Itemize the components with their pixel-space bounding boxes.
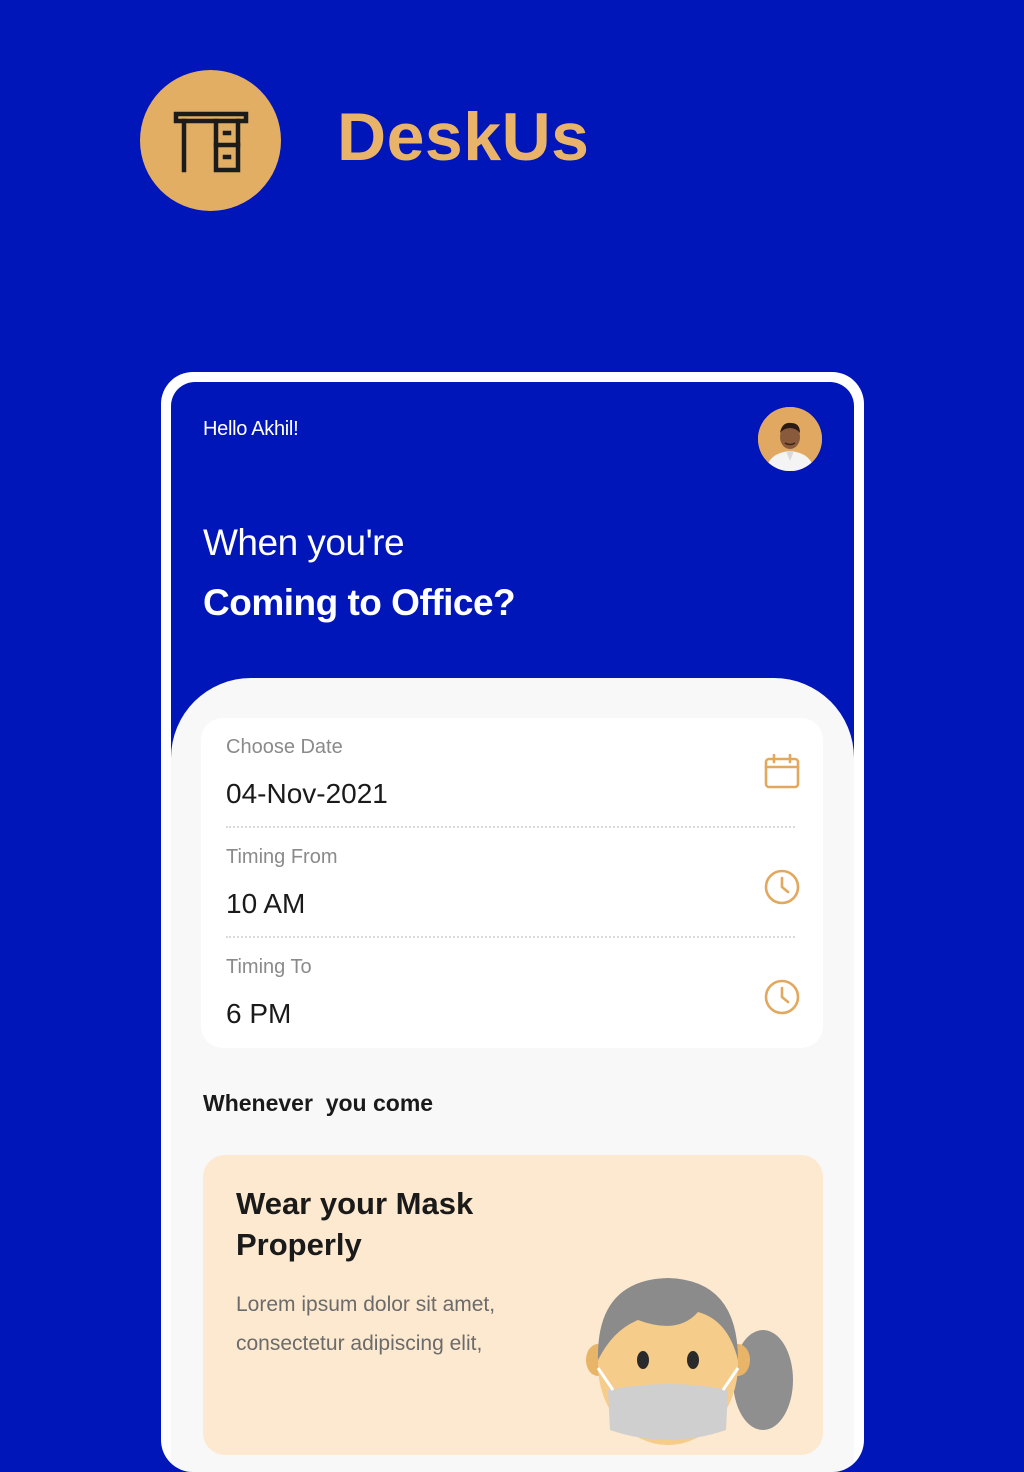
user-avatar[interactable] bbox=[758, 407, 822, 471]
masked-person-illustration bbox=[586, 1278, 793, 1445]
headline-line-1: When you're bbox=[203, 522, 405, 563]
section-title: Whenever you come bbox=[203, 1090, 434, 1116]
safety-tip-card[interactable]: Wear your Mask Properly Lorem ipsum dolo… bbox=[203, 1155, 823, 1455]
headline-line-2: Coming to Office? bbox=[203, 582, 516, 623]
booking-form-card: Choose Date 04-Nov-2021 Timing From 10 A… bbox=[201, 718, 823, 1048]
greeting-text: Hello Akhil! bbox=[203, 418, 299, 440]
date-field-value: 04-Nov-2021 bbox=[226, 778, 388, 809]
tip-title: Wear your Mask Properly bbox=[236, 1186, 474, 1262]
clock-icon[interactable] bbox=[763, 868, 801, 906]
date-field[interactable]: Choose Date 04-Nov-2021 bbox=[201, 718, 823, 828]
timing-from-field[interactable]: Timing From 10 AM bbox=[201, 828, 823, 938]
timing-to-field[interactable]: Timing To 6 PM bbox=[201, 938, 823, 1048]
date-field-label: Choose Date bbox=[226, 736, 343, 758]
timing-from-value: 10 AM bbox=[226, 888, 306, 919]
timing-to-label: Timing To bbox=[226, 956, 312, 978]
calendar-icon[interactable] bbox=[763, 752, 801, 790]
desk-icon bbox=[173, 111, 248, 172]
brand-logo bbox=[140, 70, 281, 211]
phone-mockup: Hello Akhil! When you're Coming to Offic… bbox=[161, 372, 864, 1472]
timing-to-value: 6 PM bbox=[226, 998, 292, 1029]
timing-from-label: Timing From bbox=[226, 846, 338, 868]
tip-body: Lorem ipsum dolor sit amet, consectetur … bbox=[236, 1293, 496, 1355]
content-sheet: Choose Date 04-Nov-2021 Timing From 10 A… bbox=[171, 678, 854, 1472]
app-screen: Hello Akhil! When you're Coming to Offic… bbox=[171, 382, 854, 1472]
brand-name: DeskUs bbox=[337, 99, 590, 175]
clock-icon[interactable] bbox=[763, 978, 801, 1016]
